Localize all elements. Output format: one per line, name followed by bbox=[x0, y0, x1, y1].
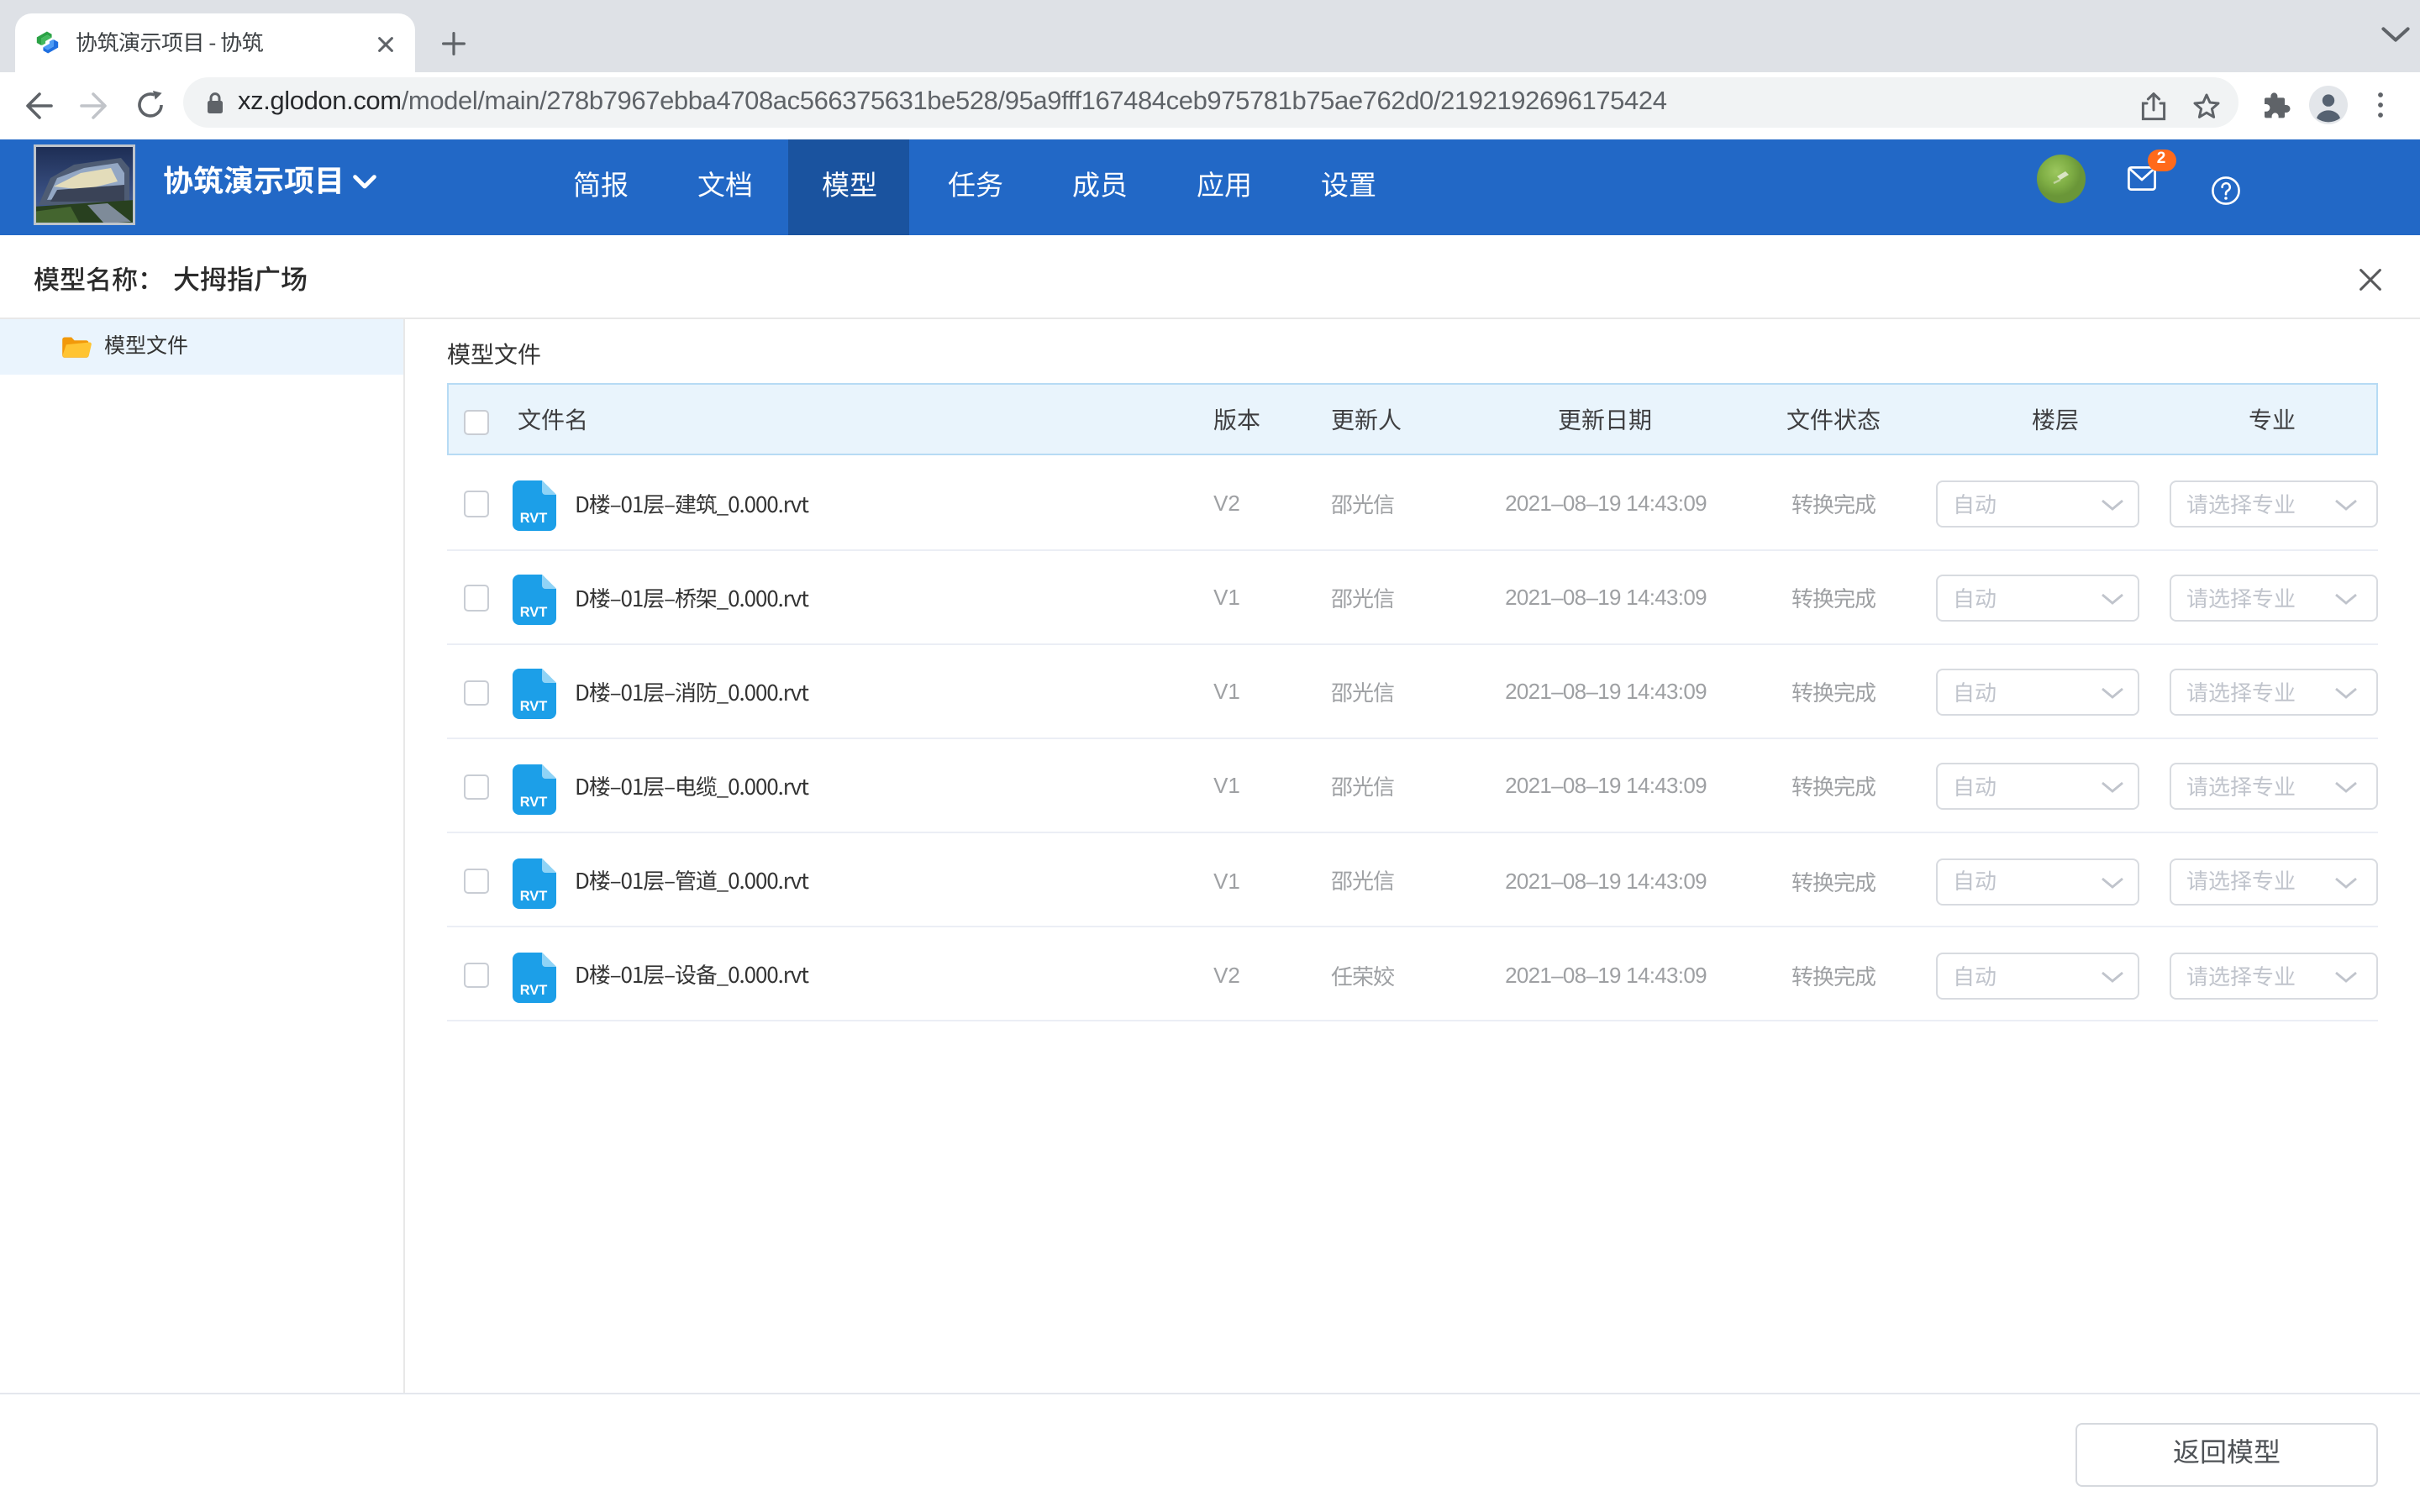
svg-text:RVT: RVT bbox=[520, 606, 548, 621]
svg-text:RVT: RVT bbox=[520, 888, 548, 903]
svg-text:RVT: RVT bbox=[520, 982, 548, 997]
svg-text:RVT: RVT bbox=[520, 511, 548, 526]
svg-text:RVT: RVT bbox=[520, 794, 548, 809]
svg-text:RVT: RVT bbox=[520, 700, 548, 715]
